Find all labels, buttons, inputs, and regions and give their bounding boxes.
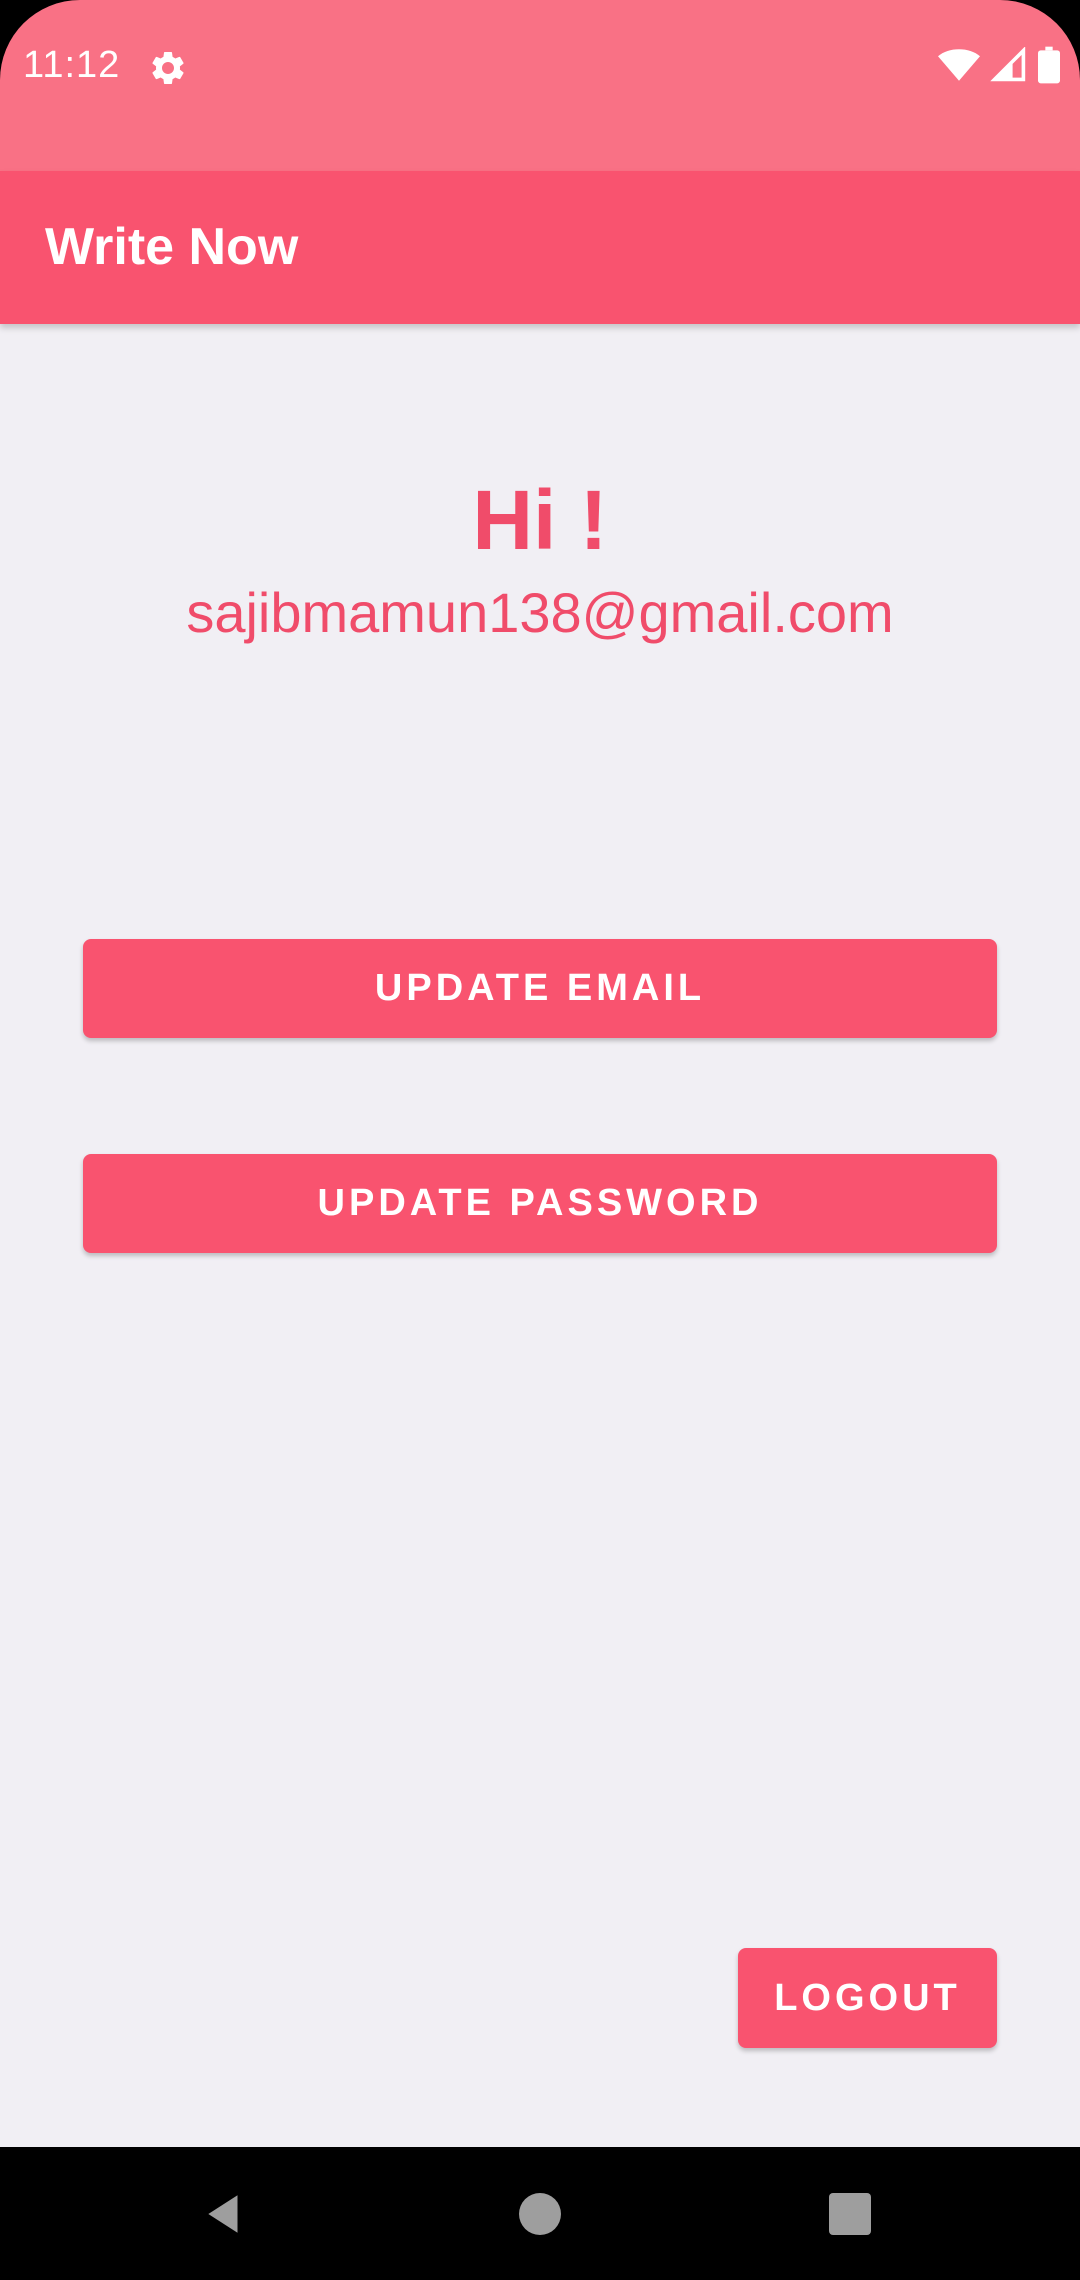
status-bar: 11:12 [0,0,1080,171]
gear-icon [148,48,188,88]
logout-button[interactable]: LOGOUT [738,1948,997,2048]
phone-screen: 11:12 Write Now Hi ! sajibmamun138@gmail… [0,0,1080,2280]
wifi-icon [938,47,980,88]
update-password-button[interactable]: UPDATE PASSWORD [83,1154,997,1253]
signal-icon [990,45,1028,88]
battery-icon [1038,46,1060,89]
update-email-button[interactable]: UPDATE EMAIL [83,939,997,1038]
back-icon[interactable] [200,2189,250,2239]
recents-icon[interactable] [829,2193,871,2235]
app-bar: Write Now [0,171,1080,324]
greeting-heading: Hi ! [472,473,608,567]
status-icons [938,45,1060,89]
home-icon[interactable] [519,2193,561,2235]
status-time: 11:12 [23,44,121,86]
system-nav-bar [0,2147,1080,2280]
user-email: sajibmamun138@gmail.com [186,581,894,644]
profile-content: Hi ! sajibmamun138@gmail.com UPDATE EMAI… [0,324,1080,2147]
app-title: Write Now [45,218,299,276]
